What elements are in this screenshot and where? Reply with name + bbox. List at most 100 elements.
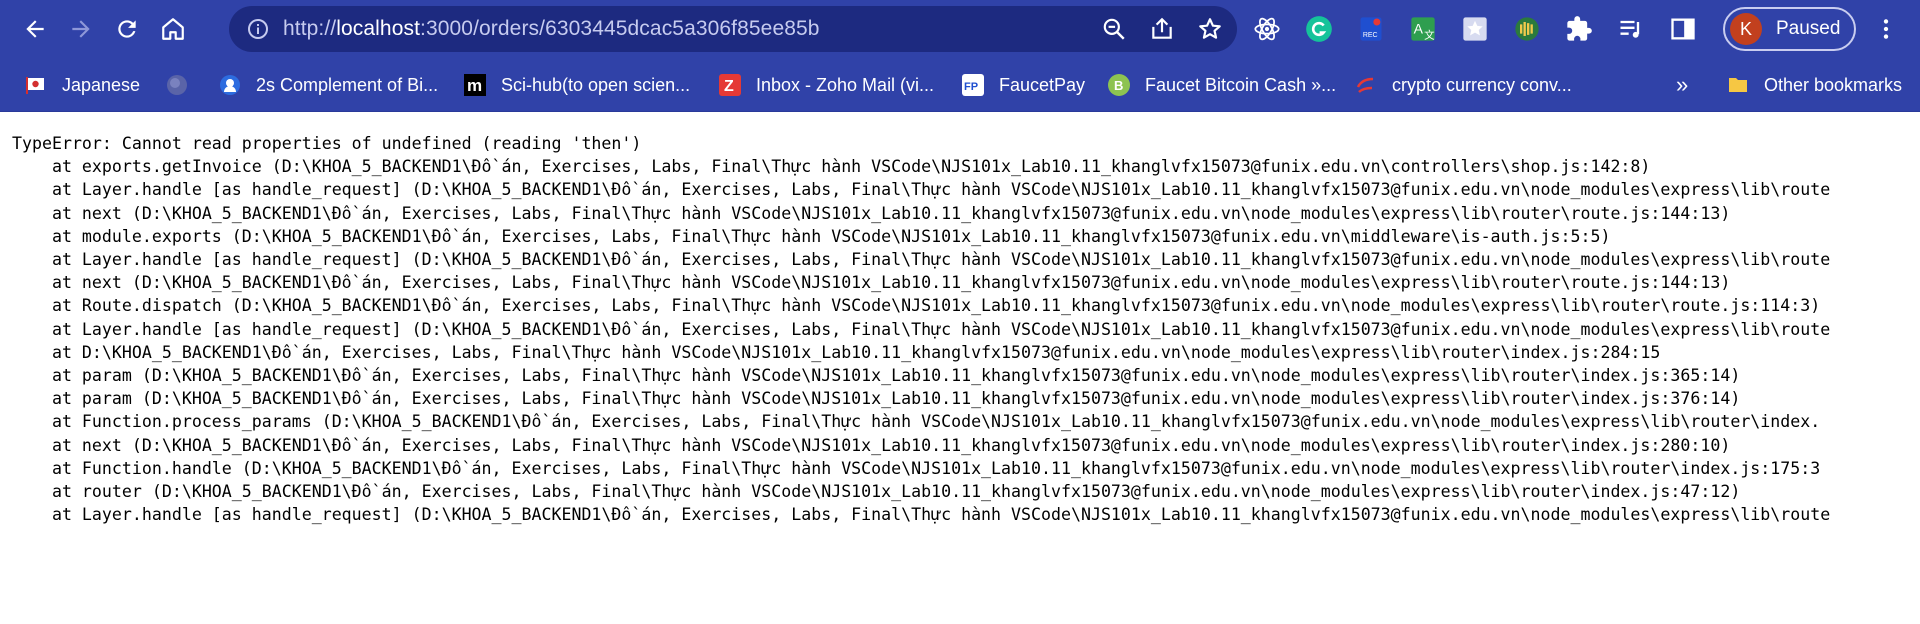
svg-text:Z: Z bbox=[724, 78, 734, 95]
bookmark-faucet-bitcoin-cash[interactable]: B Faucet Bitcoin Cash »... bbox=[1107, 71, 1336, 99]
bookmark-label: FaucetPay bbox=[999, 74, 1086, 95]
grammarly-extension[interactable] bbox=[1302, 12, 1336, 46]
forward-button[interactable] bbox=[61, 9, 101, 49]
stack-frame: at param (D:\KHOA_5_BACKEND1\Đồ án, Exer… bbox=[12, 389, 1741, 409]
browser-chrome: http://localhost:3000/orders/6303445dcac… bbox=[0, 0, 1920, 112]
reload-icon bbox=[118, 20, 136, 38]
url-scheme: http:// bbox=[283, 17, 337, 40]
zoom-icon[interactable] bbox=[1101, 16, 1127, 42]
star-box-icon bbox=[1463, 17, 1487, 41]
browser-toolbar: http://localhost:3000/orders/6303445dcac… bbox=[0, 0, 1920, 58]
stack-frame: at Layer.handle [as handle_request] (D:\… bbox=[12, 180, 1831, 200]
error-stack-trace: TypeError: Cannot read properties of und… bbox=[0, 112, 1920, 526]
url-path: :3000/orders/6303445dcac5a306f85ee85b bbox=[420, 17, 820, 40]
reload-button[interactable] bbox=[107, 9, 147, 49]
bookmark-2s-complement[interactable]: 2s Complement of Bi... bbox=[218, 71, 438, 99]
page-content: TypeError: Cannot read properties of und… bbox=[0, 112, 1920, 624]
side-panel-icon bbox=[1671, 18, 1695, 40]
bars-circle-icon bbox=[1515, 17, 1539, 41]
bookmark-crypto-converter[interactable]: crypto currency conv... bbox=[1354, 71, 1572, 99]
stack-frame: at Route.dispatch (D:\KHOA_5_BACKEND1\Đồ… bbox=[12, 296, 1821, 316]
bookmarks-bar: Japanese 2s Complement of Bi... m Sci-hu… bbox=[0, 58, 1920, 112]
stack-frame: at D:\KHOA_5_BACKEND1\Đồ án, Exercises, … bbox=[12, 342, 1661, 362]
stack-frame: at Layer.handle [as handle_request] (D:\… bbox=[12, 250, 1831, 270]
media-controls-button[interactable] bbox=[1614, 12, 1648, 46]
back-button[interactable] bbox=[15, 9, 55, 49]
home-icon bbox=[162, 18, 184, 40]
stack-frame: at router (D:\KHOA_5_BACKEND1\Đồ án, Exe… bbox=[12, 482, 1741, 502]
home-button[interactable] bbox=[153, 9, 193, 49]
stack-frame: at next (D:\KHOA_5_BACKEND1\Đồ án, Exerc… bbox=[12, 273, 1731, 293]
svg-text:文: 文 bbox=[1424, 28, 1435, 41]
stack-frame: at Layer.handle [as handle_request] (D:\… bbox=[12, 505, 1831, 525]
screen-recorder-extension[interactable]: REC bbox=[1354, 12, 1388, 46]
stack-frame: at Function.handle (D:\KHOA_5_BACKEND1\Đ… bbox=[12, 458, 1821, 478]
stack-frame: at next (D:\KHOA_5_BACKEND1\Đồ án, Exerc… bbox=[12, 435, 1731, 455]
flag-icon bbox=[24, 73, 48, 97]
stack-frame: at module.exports (D:\KHOA_5_BACKEND1\Đồ… bbox=[12, 226, 1611, 246]
folder-icon bbox=[1726, 73, 1750, 97]
stack-frame: at next (D:\KHOA_5_BACKEND1\Đồ án, Exerc… bbox=[12, 203, 1731, 223]
stack-frame: at param (D:\KHOA_5_BACKEND1\Đồ án, Exer… bbox=[12, 366, 1741, 386]
url-host: localhost bbox=[336, 17, 421, 40]
share-icon[interactable] bbox=[1149, 16, 1175, 42]
bookmark-label: Japanese bbox=[62, 74, 141, 95]
bookmark-label: crypto currency conv... bbox=[1392, 74, 1572, 95]
puzzle-icon bbox=[1567, 16, 1592, 41]
translate-icon: A文 bbox=[1411, 17, 1435, 41]
forward-arrow-icon bbox=[72, 20, 90, 38]
bookmark-zoho-mail[interactable]: Z Inbox - Zoho Mail (vi... bbox=[718, 71, 934, 99]
extensions-area: REC A文 bbox=[1250, 9, 1718, 49]
favorites-extension[interactable] bbox=[1458, 12, 1492, 46]
svg-text:B: B bbox=[1114, 78, 1123, 93]
profile-status: Paused bbox=[1776, 18, 1841, 39]
bookmark-japanese[interactable]: Japanese bbox=[24, 71, 140, 99]
bookmark-label: Faucet Bitcoin Cash »... bbox=[1145, 74, 1337, 95]
bookmarks-overflow-button[interactable]: » bbox=[1676, 71, 1688, 99]
faucetpay-icon: FP bbox=[961, 73, 985, 97]
grammarly-icon bbox=[1306, 16, 1332, 42]
side-panel-button[interactable] bbox=[1666, 12, 1700, 46]
site-icon bbox=[218, 73, 242, 97]
bookmark-label: 2s Complement of Bi... bbox=[256, 74, 439, 95]
other-bookmarks-label: Other bookmarks bbox=[1764, 74, 1903, 95]
bookmark-label: Inbox - Zoho Mail (vi... bbox=[756, 74, 935, 95]
bookmark-globe[interactable] bbox=[165, 71, 203, 99]
browser-menu-button[interactable] bbox=[1870, 13, 1902, 45]
bookmark-label: Sci-hub(to open scien... bbox=[501, 74, 691, 95]
bitcoin-cash-icon: B bbox=[1107, 73, 1131, 97]
info-circle-icon bbox=[248, 19, 268, 39]
react-icon bbox=[1254, 17, 1280, 41]
address-bar-actions bbox=[1101, 6, 1223, 52]
react-devtools-extension[interactable] bbox=[1250, 12, 1284, 46]
back-arrow-icon bbox=[26, 20, 44, 38]
globe-icon bbox=[165, 73, 189, 97]
stack-frame: at exports.getInvoice (D:\KHOA_5_BACKEND… bbox=[12, 157, 1651, 177]
address-bar[interactable]: http://localhost:3000/orders/6303445dcac… bbox=[229, 6, 1237, 52]
record-icon: REC bbox=[1360, 17, 1382, 41]
url-text[interactable]: http://localhost:3000/orders/6303445dcac… bbox=[283, 17, 820, 41]
svg-text:A: A bbox=[1414, 21, 1424, 37]
site-info-button[interactable] bbox=[245, 16, 271, 42]
profile-button[interactable]: K Paused bbox=[1723, 7, 1856, 51]
other-bookmarks-folder[interactable]: Other bookmarks bbox=[1726, 71, 1902, 99]
svg-text:m: m bbox=[467, 76, 482, 95]
m-icon: m bbox=[463, 73, 487, 97]
stack-frame: at Layer.handle [as handle_request] (D:\… bbox=[12, 319, 1831, 339]
kebab-menu-icon bbox=[1883, 19, 1889, 39]
svg-text:REC: REC bbox=[1363, 32, 1378, 39]
avatar: K bbox=[1730, 13, 1762, 45]
extensions-button[interactable] bbox=[1562, 12, 1596, 46]
error-message: TypeError: Cannot read properties of und… bbox=[12, 134, 642, 153]
bookmark-sci-hub[interactable]: m Sci-hub(to open scien... bbox=[463, 71, 690, 99]
stack-frame: at Function.process_params (D:\KHOA_5_BA… bbox=[12, 412, 1821, 432]
zoho-icon: Z bbox=[718, 73, 742, 97]
translate-extension[interactable]: A文 bbox=[1406, 12, 1440, 46]
crypto-icon bbox=[1354, 73, 1378, 97]
overflow-chevron: » bbox=[1676, 72, 1689, 97]
playlist-icon bbox=[1620, 20, 1640, 38]
metamask-extension[interactable] bbox=[1510, 12, 1544, 46]
bookmark-faucetpay[interactable]: FP FaucetPay bbox=[961, 71, 1085, 99]
star-icon[interactable] bbox=[1197, 16, 1223, 42]
svg-text:FP: FP bbox=[964, 81, 978, 93]
